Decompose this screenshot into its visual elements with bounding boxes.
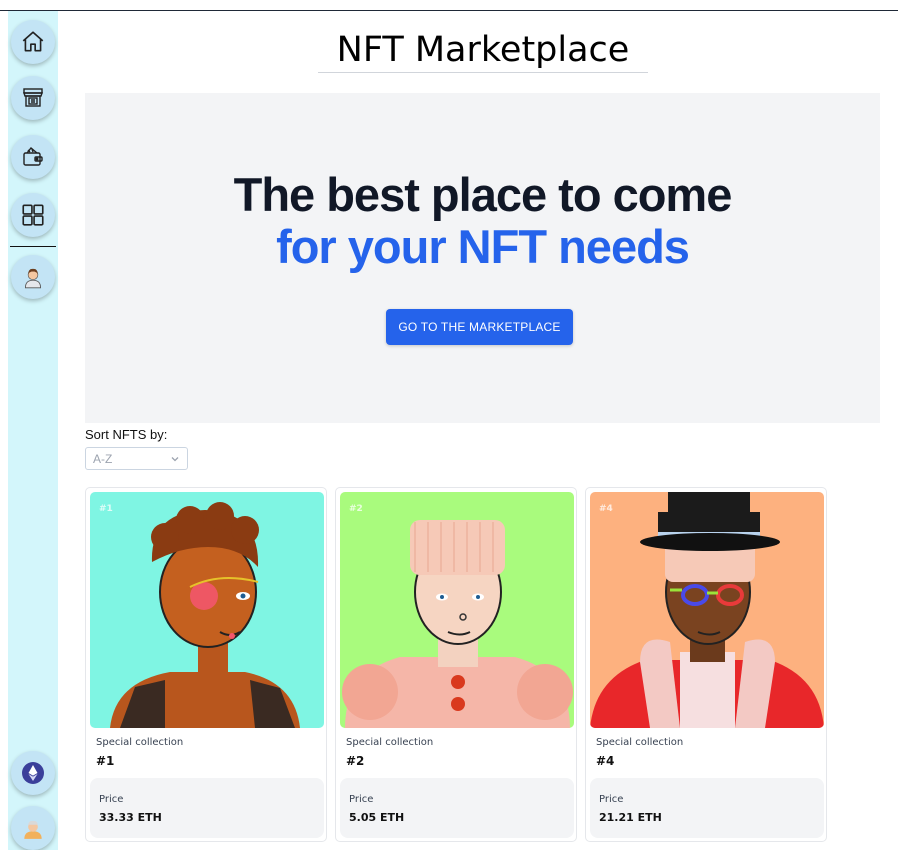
nft-image: #2 [340,492,574,728]
sidebar-item-profile[interactable] [11,806,55,850]
top-border [0,10,898,11]
nft-name: #1 [96,754,115,768]
nft-price-label: Price [349,794,374,805]
sidebar-item-marketplace[interactable] [11,76,55,120]
sort-selected-value: A-Z [93,452,113,466]
go-to-marketplace-button[interactable]: GO TO THE MARKETPLACE [386,309,573,345]
nft-price: 21.21 ETH [599,811,662,824]
sidebar-item-user[interactable] [11,255,55,299]
nft-artwork-1 [110,502,300,728]
chevron-down-icon [171,457,179,462]
nft-image: #4 [590,492,824,728]
nft-collection: Special collection [596,737,684,748]
nft-price: 5.05 ETH [349,811,405,824]
profile-avatar-icon [24,820,42,839]
sort-label: Sort NFTS by: [85,427,168,442]
sidebar-item-wallet[interactable] [11,135,55,179]
sidebar-divider [10,246,56,247]
storefront-icon [23,88,43,107]
hero-subheadline: for your NFT needs [276,220,690,273]
nft-name: #2 [346,754,365,768]
nft-artwork-2 [342,520,573,728]
home-icon [22,31,44,52]
sort-select[interactable]: A-Z [85,447,188,470]
sidebar-item-dashboard[interactable] [11,193,55,237]
hero-headline: The best place to come [233,168,733,221]
nft-image: #1 [90,492,324,728]
ethereum-icon [22,762,44,784]
nft-badge: #2 [349,504,363,514]
nft-collection: Special collection [96,737,184,748]
nft-badge: #1 [99,504,113,514]
nft-collection: Special collection [346,737,434,748]
nft-card[interactable]: #4 Special collection #4 Price 21.21 ETH [585,487,827,842]
sidebar-item-home[interactable] [11,20,55,64]
nft-artwork-3 [590,492,824,728]
nft-price-box: Price 33.33 ETH [90,778,324,838]
nft-name: #4 [596,754,615,768]
hero-banner: The best place to come for your NFT need… [85,93,880,423]
nft-card[interactable]: #1 Special collection #1 Price 33.33 ETH [85,487,327,842]
nft-price-box: Price 21.21 ETH [590,778,824,838]
nft-price-label: Price [99,794,124,805]
nft-price-box: Price 5.05 ETH [340,778,574,838]
sidebar [8,11,58,850]
dashboard-icon [22,204,44,226]
nft-price: 33.33 ETH [99,811,162,824]
sidebar-item-ethereum[interactable] [11,751,55,795]
page-title: NFT Marketplace [318,30,648,73]
nft-badge: #4 [599,504,613,514]
nft-price-label: Price [599,794,624,805]
user-avatar-icon [24,268,42,289]
wallet-icon [23,147,43,166]
nft-card[interactable]: #2 Special collection #2 Price 5.05 ETH [335,487,577,842]
